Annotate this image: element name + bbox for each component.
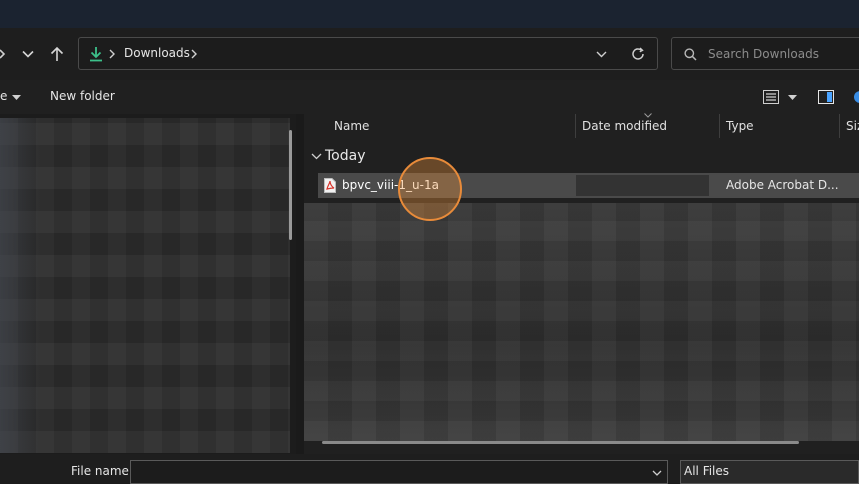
file-type-filter[interactable]: All Files bbox=[680, 460, 859, 484]
column-divider[interactable] bbox=[719, 114, 720, 138]
file-type-filter-value[interactable]: All Files bbox=[684, 464, 729, 478]
file-type: Adobe Acrobat D... bbox=[726, 178, 839, 192]
up-arrow-icon[interactable] bbox=[46, 43, 68, 65]
new-folder-button[interactable]: New folder bbox=[50, 89, 115, 103]
navigation-pane-scrollbar[interactable] bbox=[289, 130, 292, 240]
forward-icon[interactable] bbox=[0, 44, 8, 64]
recent-locations-chevron-icon[interactable] bbox=[18, 44, 38, 64]
group-header-today[interactable]: Today bbox=[325, 148, 366, 164]
column-header-name[interactable]: Name bbox=[334, 119, 369, 145]
breadcrumb-separator-icon bbox=[107, 48, 117, 60]
command-bar bbox=[0, 80, 859, 114]
file-name-dropdown-icon[interactable] bbox=[651, 468, 663, 478]
address-bar[interactable]: Downloads bbox=[78, 37, 658, 70]
navigation-pane[interactable] bbox=[0, 118, 290, 453]
view-options-icon[interactable] bbox=[761, 88, 781, 106]
date-modified-cell bbox=[576, 175, 709, 196]
pdf-file-icon bbox=[323, 177, 337, 193]
column-header-date-modified[interactable]: Date modified bbox=[582, 119, 667, 145]
view-options-dropdown-icon[interactable] bbox=[786, 92, 798, 102]
download-arrow-icon bbox=[88, 45, 104, 63]
file-name-label: File name: bbox=[71, 464, 133, 478]
breadcrumb-downloads[interactable]: Downloads bbox=[124, 46, 190, 60]
window-title-strip bbox=[0, 0, 859, 28]
help-icon[interactable] bbox=[852, 88, 859, 106]
empty-file-area bbox=[304, 203, 859, 441]
breadcrumb-separator-icon[interactable] bbox=[189, 48, 199, 60]
column-header-type[interactable]: Type bbox=[726, 119, 754, 145]
search-icon bbox=[682, 46, 698, 62]
file-name-combobox[interactable] bbox=[130, 460, 668, 484]
sort-indicator-icon bbox=[643, 112, 653, 118]
preview-pane-icon[interactable] bbox=[816, 88, 836, 106]
column-divider[interactable] bbox=[839, 114, 840, 138]
organize-dropdown-icon[interactable] bbox=[10, 92, 22, 102]
column-divider[interactable] bbox=[575, 114, 576, 138]
refresh-icon[interactable] bbox=[629, 46, 647, 62]
organize-menu-partial-label[interactable]: e bbox=[0, 89, 7, 103]
click-indicator bbox=[398, 157, 462, 221]
group-collapse-chevron-icon[interactable] bbox=[309, 150, 323, 162]
address-history-chevron-icon[interactable] bbox=[593, 47, 609, 61]
column-header-size[interactable]: Siz bbox=[846, 119, 859, 145]
file-list-horizontal-scrollbar[interactable] bbox=[322, 441, 799, 444]
search-box[interactable] bbox=[671, 37, 859, 70]
pane-splitter[interactable] bbox=[296, 114, 304, 454]
search-input[interactable] bbox=[706, 44, 859, 64]
